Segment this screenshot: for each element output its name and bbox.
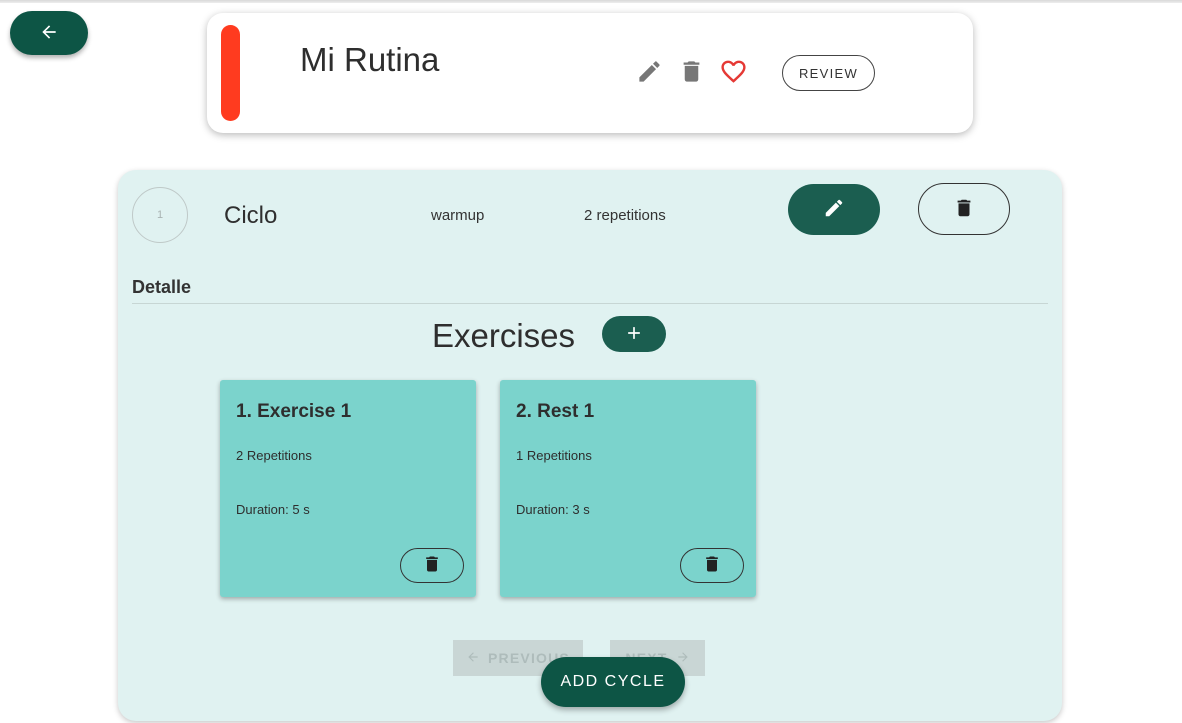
- delete-cycle-button[interactable]: [918, 183, 1010, 235]
- cycle-number-badge: 1: [132, 187, 188, 243]
- exercise-title: 1. Exercise 1: [236, 401, 352, 422]
- exercise-title: 2. Rest 1: [516, 401, 595, 422]
- delete-icon: [702, 554, 722, 577]
- plus-icon: [624, 323, 644, 346]
- add-exercise-button[interactable]: [602, 316, 666, 352]
- edit-icon: [636, 58, 663, 88]
- delete-icon: [422, 554, 442, 577]
- exercises-heading: Exercises: [432, 317, 576, 354]
- exercise-repetitions: 1 Repetitions: [516, 448, 592, 463]
- add-cycle-button[interactable]: ADD CYCLE: [541, 657, 685, 707]
- favorite-button[interactable]: [717, 57, 749, 89]
- exercise-duration: Duration: 3 s: [516, 502, 590, 517]
- cycle-name: Ciclo: [224, 202, 278, 229]
- routine-title: Mi Rutina: [300, 41, 440, 78]
- delete-icon: [678, 58, 705, 88]
- cycle-panel: 1 Ciclo warmup 2 repetitions Detalle Exe…: [118, 170, 1062, 721]
- delete-exercise-button[interactable]: [680, 548, 744, 583]
- detail-divider: [132, 303, 1048, 304]
- delete-routine-button[interactable]: [676, 58, 706, 88]
- delete-icon: [953, 197, 975, 222]
- top-divider: [0, 0, 1182, 3]
- exercise-duration: Duration: 5 s: [236, 502, 310, 517]
- review-button[interactable]: REVIEW: [782, 55, 875, 91]
- delete-exercise-button[interactable]: [400, 548, 464, 583]
- edit-icon: [823, 197, 845, 222]
- exercise-repetitions: 2 Repetitions: [236, 448, 312, 463]
- cycle-repetitions: 2 repetitions: [584, 207, 666, 224]
- back-button[interactable]: [10, 11, 88, 55]
- arrow-left-icon: [39, 22, 59, 45]
- edit-cycle-button[interactable]: [788, 184, 880, 235]
- edit-routine-button[interactable]: [634, 58, 664, 88]
- exercise-card[interactable]: 1. Exercise 1 2 Repetitions Duration: 5 …: [220, 380, 476, 597]
- routine-color-bar: [221, 25, 240, 121]
- arrow-left-icon: [466, 650, 480, 667]
- cycle-type: warmup: [431, 207, 485, 224]
- exercise-card[interactable]: 2. Rest 1 1 Repetitions Duration: 3 s: [500, 380, 756, 597]
- heart-outline-icon: [719, 57, 748, 89]
- routine-header-card: Mi Rutina REVIEW: [207, 13, 973, 133]
- detail-heading: Detalle: [132, 277, 192, 297]
